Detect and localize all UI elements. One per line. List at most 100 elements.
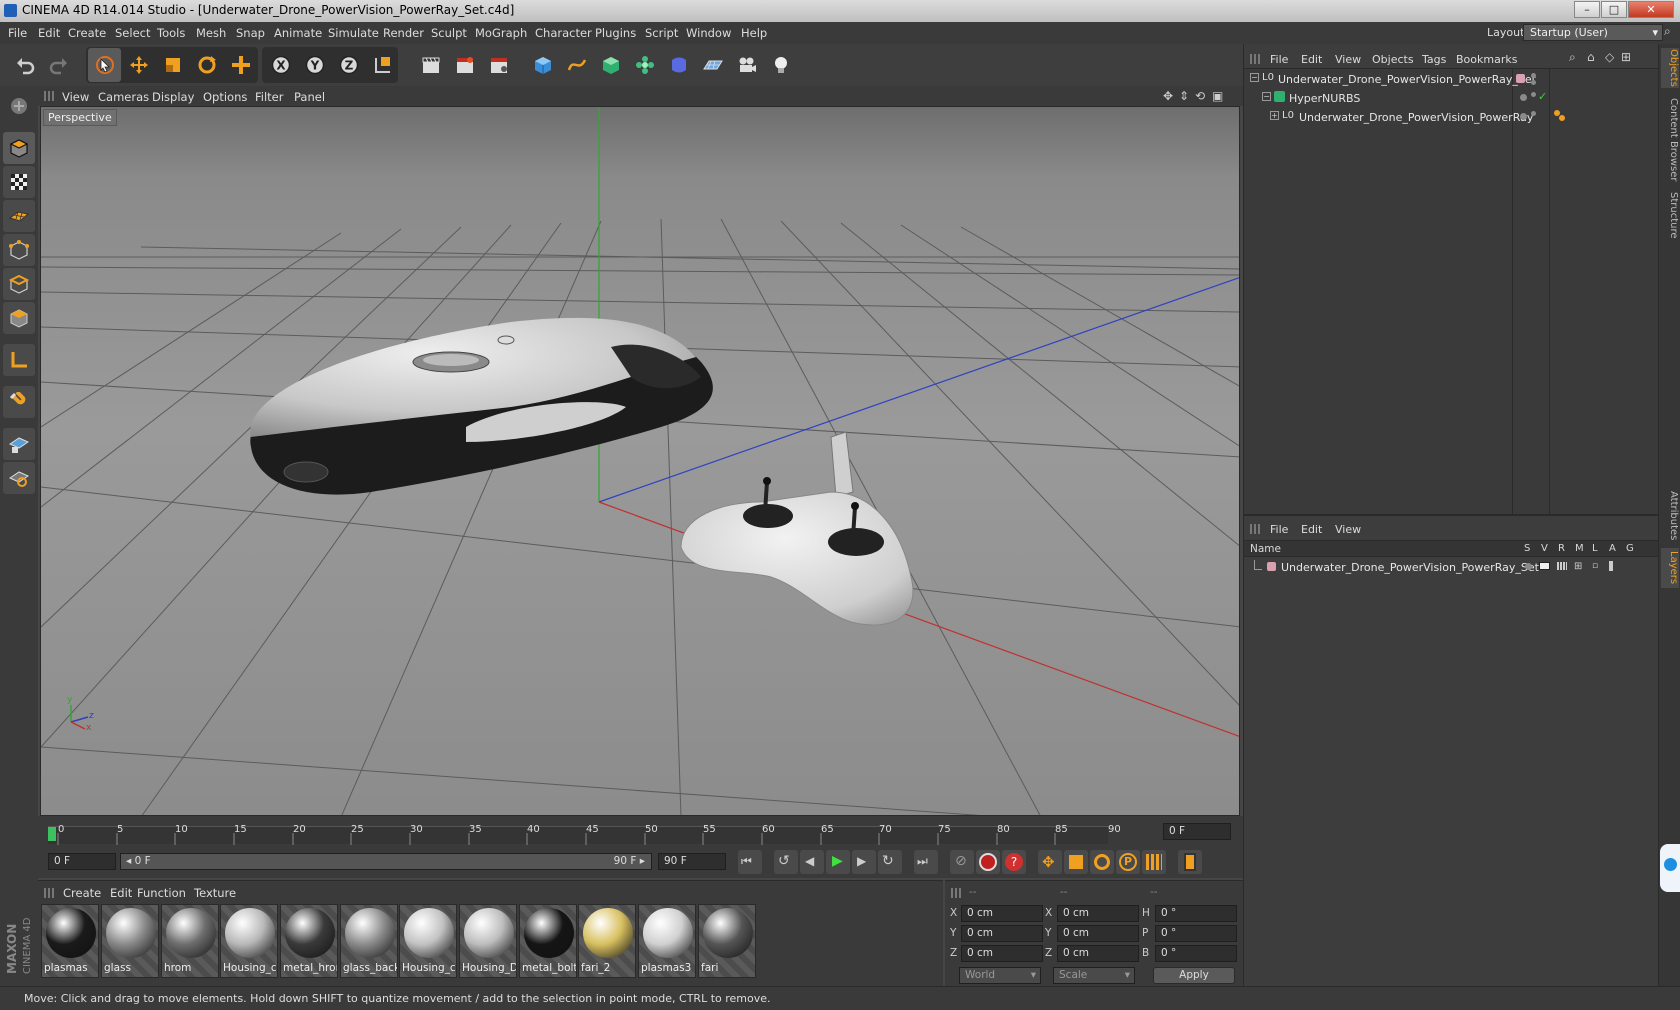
points-mode-button[interactable]: [3, 234, 35, 266]
zoom-view-icon[interactable]: ⇕: [1179, 89, 1189, 103]
go-to-end-button[interactable]: ⏭: [914, 850, 938, 874]
live-select-button[interactable]: [88, 48, 121, 82]
material-tag-icon[interactable]: [1559, 115, 1565, 121]
render-picture-viewer-button[interactable]: [448, 48, 481, 82]
menu-window[interactable]: Window: [686, 26, 731, 40]
maximize-button[interactable]: □: [1601, 1, 1627, 18]
y-axis-lock-button[interactable]: Y: [298, 48, 331, 82]
objects-menu-tags[interactable]: Tags: [1422, 53, 1446, 66]
menu-edit[interactable]: Edit: [38, 26, 60, 40]
home-icon[interactable]: ⌂: [1587, 50, 1595, 64]
material-swatch[interactable]: plasmas: [41, 904, 99, 978]
axis-mode-button[interactable]: [3, 344, 35, 376]
recent-tool-button[interactable]: [224, 48, 257, 82]
object-tree[interactable]: − L0 Underwater_Drone_PowerVision_PowerR…: [1244, 68, 1659, 515]
tree-row-set[interactable]: − L0 Underwater_Drone_PowerVision_PowerR…: [1244, 70, 1659, 89]
make-editable-button[interactable]: [3, 90, 35, 122]
menu-sculpt[interactable]: Sculpt: [431, 26, 467, 40]
col-locked[interactable]: L: [1592, 543, 1598, 554]
lock-workplane-button[interactable]: [3, 462, 35, 494]
workplane-lock-button[interactable]: [3, 428, 35, 460]
tab-layers[interactable]: Layers: [1661, 548, 1679, 588]
scale-tool-button[interactable]: [156, 48, 189, 82]
material-swatch[interactable]: fari: [698, 904, 756, 978]
material-swatch[interactable]: fari_2: [578, 904, 636, 978]
size-z-field[interactable]: 0 cm: [1057, 945, 1139, 962]
next-frame-button[interactable]: ▶: [852, 850, 876, 874]
current-frame-field[interactable]: 0 F: [1163, 823, 1231, 840]
size-mode-dropdown[interactable]: Scale ▾: [1053, 967, 1135, 984]
texture-mode-button[interactable]: [3, 166, 35, 198]
key-parameter-button[interactable]: P: [1116, 850, 1140, 874]
tree-row-hypernurbs[interactable]: − HyperNURBS ✓: [1244, 89, 1659, 108]
layout-dropdown[interactable]: Startup (User) ▾: [1523, 24, 1663, 41]
checkmark-icon[interactable]: ✓: [1538, 90, 1547, 103]
menu-snap[interactable]: Snap: [236, 26, 265, 40]
menu-script[interactable]: Script: [645, 26, 678, 40]
material-menu-function[interactable]: Function: [137, 886, 186, 900]
key-position-button[interactable]: ✥: [1038, 850, 1062, 874]
col-render[interactable]: R: [1558, 543, 1565, 554]
material-swatch[interactable]: metal_bolt: [519, 904, 577, 978]
z-axis-lock-button[interactable]: Z: [332, 48, 365, 82]
objects-menu-objects[interactable]: Objects: [1372, 53, 1414, 66]
edges-mode-button[interactable]: [3, 268, 35, 300]
x-axis-lock-button[interactable]: X: [264, 48, 297, 82]
material-menu-create[interactable]: Create: [63, 886, 101, 900]
render-view-button[interactable]: [414, 48, 447, 82]
rotate-view-icon[interactable]: ⟲: [1195, 89, 1205, 103]
rotate-tool-button[interactable]: [190, 48, 223, 82]
viewport-menu-view[interactable]: View: [62, 90, 89, 104]
size-x-field[interactable]: 0 cm: [1057, 905, 1139, 922]
material-swatch[interactable]: Housing_c: [220, 904, 278, 978]
start-frame-field[interactable]: 0 F: [48, 853, 116, 870]
search-icon[interactable]: ⌕: [1664, 24, 1678, 40]
render-visibility-dot[interactable]: [1531, 80, 1536, 85]
material-swatch[interactable]: plasmas3: [638, 904, 696, 978]
tab-objects[interactable]: Objects: [1661, 48, 1679, 88]
material-swatch[interactable]: glass: [101, 904, 159, 978]
close-button[interactable]: ✕: [1628, 1, 1674, 18]
objects-menu-file[interactable]: File: [1270, 53, 1288, 66]
coordinate-system-button[interactable]: [366, 48, 399, 82]
viewport-menu-cameras[interactable]: Cameras: [98, 90, 149, 104]
visibility-dot[interactable]: [1520, 113, 1527, 120]
viewport-menu-display[interactable]: Display: [152, 90, 194, 104]
material-swatch[interactable]: Housing_D: [459, 904, 517, 978]
nurbs-button[interactable]: [594, 48, 627, 82]
size-y-field[interactable]: 0 cm: [1057, 925, 1139, 942]
menu-plugins[interactable]: Plugins: [595, 26, 636, 40]
viewport-menu-options[interactable]: Options: [203, 90, 247, 104]
lock-icon[interactable]: ▫: [1592, 561, 1598, 571]
menu-create[interactable]: Create: [68, 26, 106, 40]
spline-button[interactable]: [560, 48, 593, 82]
material-swatch[interactable]: metal_hron: [280, 904, 338, 978]
material-swatch[interactable]: glass_back: [340, 904, 398, 978]
tab-content-browser[interactable]: Content Browser: [1661, 96, 1679, 184]
material-menu-edit[interactable]: Edit: [110, 886, 132, 900]
keyframe-selection-button[interactable]: ?: [1002, 850, 1026, 874]
cube-primitive-button[interactable]: [526, 48, 559, 82]
mograph-cloner-button[interactable]: [628, 48, 661, 82]
minimize-button[interactable]: –: [1574, 1, 1600, 18]
menu-animate[interactable]: Animate: [274, 26, 322, 40]
frame-range-slider[interactable]: ◂ 0 F 90 F ▸: [120, 853, 652, 870]
editor-visibility-dot[interactable]: [1531, 73, 1536, 78]
editor-visibility-dot[interactable]: [1531, 111, 1536, 116]
move-view-icon[interactable]: ✥: [1163, 89, 1173, 103]
tab-structure[interactable]: Structure: [1661, 190, 1679, 240]
layers-menu-view[interactable]: View: [1335, 523, 1361, 536]
col-generators[interactable]: G: [1626, 543, 1634, 554]
layers-menu-file[interactable]: File: [1270, 523, 1288, 536]
name-column-header[interactable]: Name: [1250, 543, 1281, 555]
col-animation[interactable]: A: [1609, 543, 1616, 554]
animation-icon[interactable]: [1609, 561, 1613, 571]
play-button[interactable]: ▶: [826, 850, 850, 874]
light-button[interactable]: [764, 48, 797, 82]
pos-x-field[interactable]: 0 cm: [961, 905, 1043, 922]
col-view[interactable]: V: [1541, 543, 1548, 554]
go-to-next-key-button[interactable]: ↻: [878, 850, 902, 874]
objects-menu-bookmarks[interactable]: Bookmarks: [1456, 53, 1517, 66]
menu-mograph[interactable]: MoGraph: [475, 26, 527, 40]
view-eye-icon[interactable]: [1539, 562, 1550, 570]
